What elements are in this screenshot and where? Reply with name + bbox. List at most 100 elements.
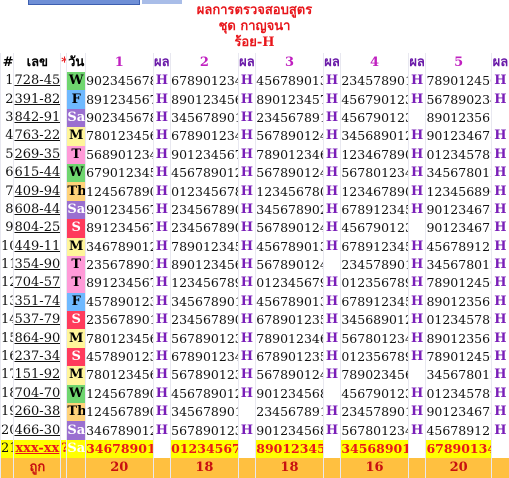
number-link[interactable]: 409-94 <box>14 182 61 200</box>
row-number: 13 <box>1 293 14 311</box>
day-badge: M <box>67 366 86 384</box>
number-link[interactable]: 260-38 <box>14 403 61 421</box>
set-3-result: H <box>323 311 341 329</box>
set-5-result: H <box>491 219 509 237</box>
number-link[interactable]: 763-22 <box>14 127 61 145</box>
number-link[interactable]: 354-90 <box>14 256 61 274</box>
set-1-numbers: 780123456 <box>86 127 153 145</box>
set-5-numbers: 901234678 <box>426 201 491 219</box>
row-number: 2 <box>1 90 14 108</box>
set-1-result: H <box>153 256 171 274</box>
set-3-numbers: 890123457 <box>256 440 323 458</box>
number-link[interactable]: 237-34 <box>14 348 61 366</box>
set-1-result: H <box>153 109 171 127</box>
number-link[interactable]: 351-74 <box>14 293 61 311</box>
set-3-numbers: 789012346 <box>256 146 323 164</box>
res-3-header: ผล <box>323 53 341 72</box>
table-row: 2391-82F891234567H890123456H890123457H45… <box>1 90 509 108</box>
set-2-numbers: 123456789 <box>171 274 238 292</box>
number-link[interactable]: 449-11 <box>14 238 61 256</box>
set-5-result: H <box>491 164 509 182</box>
set-3-numbers: 456789013 <box>256 293 323 311</box>
set-2-result: H <box>238 146 256 164</box>
set-4-result: H <box>408 403 426 421</box>
set-2-numbers: 901234567 <box>171 146 238 164</box>
set-1-result: H <box>153 403 171 421</box>
number-link[interactable]: 704-57 <box>14 274 61 292</box>
table-row: 17151-92M780123456H567890123H567890124H7… <box>1 366 509 384</box>
set-3-numbers: 567890124 <box>256 256 323 274</box>
number-link[interactable]: 728-45 <box>14 72 61 90</box>
number-link[interactable]: 804-25 <box>14 219 61 237</box>
set-3-numbers: 456789013 <box>256 238 323 256</box>
set-3-numbers: 234567891 <box>256 109 323 127</box>
number-link[interactable]: 704-70 <box>14 385 61 403</box>
number-link[interactable]: 537-79 <box>14 311 61 329</box>
set-4-numbers: 456790123 <box>341 219 408 237</box>
summary-count-4: 16 <box>341 458 408 478</box>
set-5-result: H <box>491 182 509 200</box>
day-badge: F <box>67 293 86 311</box>
number-link[interactable]: xxx-xx <box>14 440 61 458</box>
set-4-result <box>408 219 426 237</box>
number-link[interactable]: 608-44 <box>14 201 61 219</box>
set-5-result: H <box>491 403 509 421</box>
table-row: 15864-90M780123456H567890123H789012346H5… <box>1 329 509 347</box>
set-3-numbers: 345678902 <box>256 201 323 219</box>
set-4-result: H <box>408 201 426 219</box>
set-4-numbers: 789023456 <box>341 366 408 384</box>
day-badge: S <box>67 348 86 366</box>
number-link[interactable]: 391-82 <box>14 90 61 108</box>
number-link[interactable]: 466-30 <box>14 421 61 439</box>
set-4-numbers: 012356789 <box>341 348 408 366</box>
set-2-result <box>238 403 256 421</box>
set-1-numbers: 568901234 <box>86 146 153 164</box>
set-2-result: H <box>238 329 256 347</box>
set-4-result: H <box>408 256 426 274</box>
set-5-result <box>491 440 509 458</box>
set-2-numbers: 890123456 <box>171 90 238 108</box>
row-number: 8 <box>1 201 14 219</box>
set-1-numbers: 124567890 <box>86 403 153 421</box>
res-1-header: ผล <box>153 53 171 72</box>
set-3-numbers: 789012346 <box>256 329 323 347</box>
table-row: 11354-90T235678901H890123456H56789012423… <box>1 256 509 274</box>
day-badge: Sa <box>67 109 86 127</box>
set-5-numbers: 345678012 <box>426 256 491 274</box>
set-4-result: H <box>408 329 426 347</box>
set-5-numbers: 789012456 <box>426 72 491 90</box>
page-title: ผลการตรวจสอบสูตร <box>0 3 509 19</box>
set-4-numbers: 234578901 <box>341 256 408 274</box>
set-1-result: H <box>153 219 171 237</box>
number-link[interactable]: 864-90 <box>14 329 61 347</box>
set-4-numbers: 567801234 <box>341 329 408 347</box>
set-2-result: H <box>238 421 256 439</box>
set-4-result: H <box>408 238 426 256</box>
set-3-result: H <box>323 182 341 200</box>
set-1-result: H <box>153 201 171 219</box>
set-1-result: H <box>153 238 171 256</box>
set-5-result: H <box>491 146 509 164</box>
set-5-numbers: 678901345 <box>426 440 491 458</box>
set-5-result: H <box>491 256 509 274</box>
table-row: 4763-22M780123456H678901234H567890124H34… <box>1 127 509 145</box>
set-1-result: H <box>153 329 171 347</box>
set-5-result: H <box>491 72 509 90</box>
set-3-numbers: 234567891 <box>256 403 323 421</box>
day-badge: Sa <box>67 440 86 458</box>
day-badge: T <box>67 256 86 274</box>
set-4-result: H <box>408 127 426 145</box>
number-link[interactable]: 151-92 <box>14 366 61 384</box>
summary-count-1: 20 <box>86 458 153 478</box>
day-badge: F <box>67 90 86 108</box>
number-link[interactable]: 269-35 <box>14 146 61 164</box>
table-row: 19260-38Th124567890H345678901234567891H2… <box>1 403 509 421</box>
set-5-result: H <box>491 127 509 145</box>
set-3-numbers: 901234568 <box>256 421 323 439</box>
set-4-numbers: 012356789 <box>341 274 408 292</box>
number-link[interactable]: 615-44 <box>14 164 61 182</box>
set-4-numbers: 456790123 <box>341 385 408 403</box>
set-2-result: H <box>238 385 256 403</box>
table-row: 12704-57T891234567H123456789H012345679H0… <box>1 274 509 292</box>
number-link[interactable]: 842-91 <box>14 109 61 127</box>
